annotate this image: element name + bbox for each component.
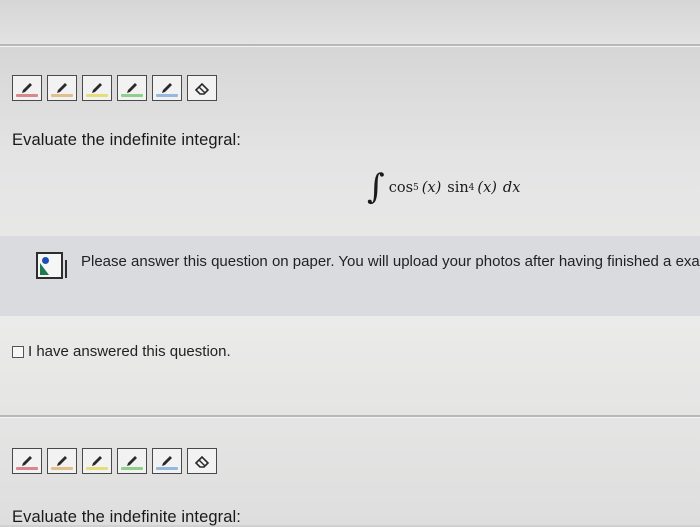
drawing-toolbar-2 bbox=[12, 448, 217, 474]
color-swatch bbox=[121, 467, 143, 470]
differential: dx bbox=[502, 180, 521, 196]
pen-tool-green[interactable] bbox=[117, 75, 147, 101]
integral-formula: ∫ cos 5 (x) sin 4 (x) dx bbox=[367, 166, 520, 210]
answered-checkbox-row[interactable]: I have answered this question. bbox=[12, 343, 231, 360]
eraser-icon bbox=[194, 455, 210, 468]
eraser-icon bbox=[194, 82, 210, 95]
sin-exponent: 4 bbox=[468, 183, 475, 193]
pen-tool-orange[interactable] bbox=[47, 75, 77, 101]
eraser-tool[interactable] bbox=[187, 75, 217, 101]
color-swatch bbox=[16, 94, 38, 97]
top-band bbox=[0, 0, 700, 44]
divider-top bbox=[0, 44, 700, 46]
cos-argument: (x) bbox=[421, 180, 442, 196]
color-swatch bbox=[51, 467, 73, 470]
cos-exponent: 5 bbox=[413, 183, 419, 193]
notice-text: Please answer this question on paper. Yo… bbox=[81, 253, 700, 270]
pen-tool-blue[interactable] bbox=[152, 75, 182, 101]
pen-tool-yellow[interactable] bbox=[82, 448, 112, 474]
sin-argument: (x) bbox=[477, 180, 497, 196]
answered-checkbox[interactable] bbox=[12, 345, 24, 358]
upload-notice: Please answer this question on paper. Yo… bbox=[0, 236, 700, 316]
pen-tool-yellow[interactable] bbox=[82, 75, 112, 101]
pen-tool-red[interactable] bbox=[12, 448, 42, 474]
answered-label: I have answered this question. bbox=[28, 343, 231, 360]
color-swatch bbox=[156, 467, 178, 470]
image-upload-icon bbox=[36, 252, 67, 279]
color-swatch bbox=[86, 467, 108, 470]
color-swatch bbox=[156, 94, 178, 97]
pen-tool-orange[interactable] bbox=[47, 448, 77, 474]
divider-bottom bbox=[0, 415, 700, 417]
question-prompt: Evaluate the indefinite integral: bbox=[12, 131, 241, 149]
pen-tool-green[interactable] bbox=[117, 448, 147, 474]
color-swatch bbox=[16, 467, 38, 470]
color-swatch bbox=[51, 94, 73, 97]
eraser-tool[interactable] bbox=[187, 448, 217, 474]
cos-function: cos bbox=[388, 180, 414, 196]
pen-tool-blue[interactable] bbox=[152, 448, 182, 474]
question-prompt-2: Evaluate the indefinite integral: bbox=[12, 508, 241, 526]
color-swatch bbox=[121, 94, 143, 97]
drawing-toolbar bbox=[12, 75, 217, 101]
integral-sign: ∫ bbox=[367, 167, 385, 207]
pen-tool-red[interactable] bbox=[12, 75, 42, 101]
color-swatch bbox=[86, 94, 108, 97]
sin-function: sin bbox=[447, 180, 469, 196]
